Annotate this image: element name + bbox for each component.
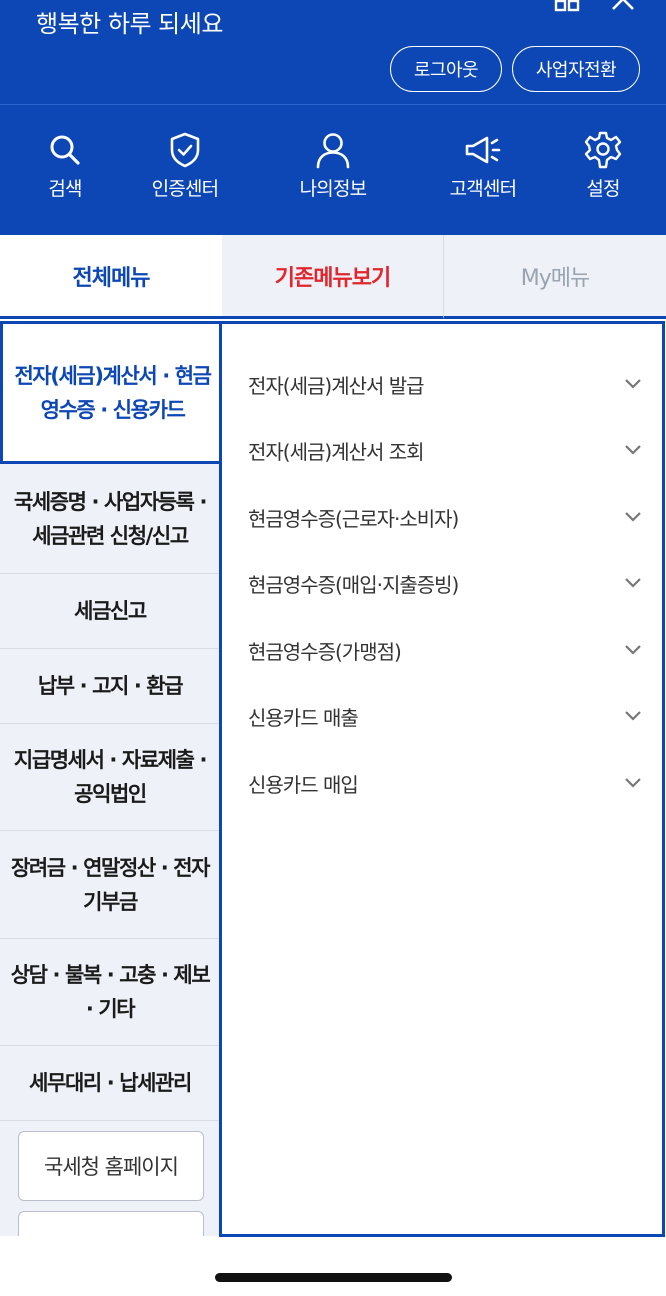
quick-auth-center-label: 인증센터 xyxy=(151,178,220,200)
category-tax-agent[interactable]: 세무대리 · 납세관리 xyxy=(0,1046,220,1121)
tab-classic-menu[interactable]: 기존메뉴보기 xyxy=(222,235,444,319)
quick-customer-center[interactable]: 고객센터 xyxy=(428,130,538,201)
user-icon xyxy=(278,130,388,170)
chevron-down-icon xyxy=(624,710,642,722)
search-icon xyxy=(10,130,120,170)
sub-menu-item[interactable]: 전자(세금)계산서 발급 xyxy=(248,364,642,404)
quick-auth-center[interactable]: 인증센터 xyxy=(130,130,240,201)
logout-button[interactable]: 로그아웃 xyxy=(390,46,502,92)
quick-customer-center-label: 고객센터 xyxy=(449,178,518,200)
chevron-down-icon xyxy=(624,577,642,589)
close-icon[interactable] xyxy=(610,0,636,12)
sub-menu-item[interactable]: 현금영수증(매입·지출증빙) xyxy=(248,563,642,603)
sub-menu-label: 신용카드 매출 xyxy=(248,705,359,730)
category-certificates[interactable]: 국세증명 · 사업자등록 · 세금관련 신청/신고 xyxy=(0,464,220,574)
chevron-down-icon xyxy=(624,777,642,789)
category-counsel[interactable]: 상담 · 불복 · 고충 · 제보 · 기타 xyxy=(0,939,220,1046)
tab-my-menu[interactable]: My메뉴 xyxy=(444,235,666,319)
quick-search-label: 검색 xyxy=(48,178,82,200)
quick-my-info-label: 나의정보 xyxy=(299,178,368,200)
sub-menu-item[interactable]: 신용카드 매입 xyxy=(248,763,642,803)
quick-settings[interactable]: 설정 xyxy=(548,130,658,201)
sub-menu-panel: 전자(세금)계산서 발급 전자(세금)계산서 조회 현금영수증(근로자·소비자)… xyxy=(219,321,665,1237)
header-top-icons xyxy=(554,0,636,12)
sub-menu-label: 전자(세금)계산서 조회 xyxy=(248,439,425,464)
greeting-text: 행복한 하루 되세요 xyxy=(36,10,223,38)
quick-my-info[interactable]: 나의정보 xyxy=(278,130,388,201)
home-indicator[interactable] xyxy=(215,1273,452,1282)
category-payment[interactable]: 납부 · 고지 · 환급 xyxy=(0,649,220,724)
quick-settings-label: 설정 xyxy=(586,178,620,200)
category-tax-filing[interactable]: 세금신고 xyxy=(0,574,220,649)
chevron-down-icon xyxy=(624,511,642,523)
menu-tabs: 전체메뉴 기존메뉴보기 My메뉴 xyxy=(0,235,666,319)
app-header: 행복한 하루 되세요 로그아웃 사업자전환 검색 인증센터 나의정보 고객센터 xyxy=(0,0,666,235)
nts-homepage-button[interactable]: 국세청 홈페이지 xyxy=(18,1131,204,1201)
header-divider xyxy=(0,104,666,105)
sub-menu-item[interactable]: 신용카드 매출 xyxy=(248,696,642,736)
chevron-down-icon xyxy=(624,444,642,456)
tax-law-info-button[interactable]: 국세법령정보 xyxy=(18,1211,204,1236)
megaphone-icon xyxy=(428,130,538,170)
chevron-down-icon xyxy=(624,644,642,656)
sub-menu-item[interactable]: 현금영수증(가맹점) xyxy=(248,630,642,670)
sub-menu-label: 현금영수증(가맹점) xyxy=(248,639,402,664)
category-payment-statement[interactable]: 지급명세서 · 자료제출 · 공익법인 xyxy=(0,724,220,831)
quick-search[interactable]: 검색 xyxy=(10,130,120,201)
gear-icon xyxy=(548,130,658,170)
switch-business-button[interactable]: 사업자전환 xyxy=(512,46,640,92)
sub-menu-label: 전자(세금)계산서 발급 xyxy=(248,373,425,398)
shield-check-icon xyxy=(130,130,240,170)
sub-menu-label: 현금영수증(매입·지출증빙) xyxy=(248,572,459,597)
chevron-down-icon xyxy=(624,378,642,390)
category-sidebar: 전자(세금)계산서 · 현금영수증 · 신용카드 국세증명 · 사업자등록 · … xyxy=(0,321,220,1236)
category-e-invoice[interactable]: 전자(세금)계산서 · 현금영수증 · 신용카드 xyxy=(0,321,220,464)
tab-all-menu[interactable]: 전체메뉴 xyxy=(0,235,222,319)
sub-menu-label: 현금영수증(근로자·소비자) xyxy=(248,506,459,531)
sub-menu-item[interactable]: 전자(세금)계산서 조회 xyxy=(248,430,642,470)
grid-icon[interactable] xyxy=(554,0,580,12)
category-incentive[interactable]: 장려금 · 연말정산 · 전자기부금 xyxy=(0,831,220,939)
sub-menu-label: 신용카드 매입 xyxy=(248,772,359,797)
sub-menu-item[interactable]: 현금영수증(근로자·소비자) xyxy=(248,497,642,537)
